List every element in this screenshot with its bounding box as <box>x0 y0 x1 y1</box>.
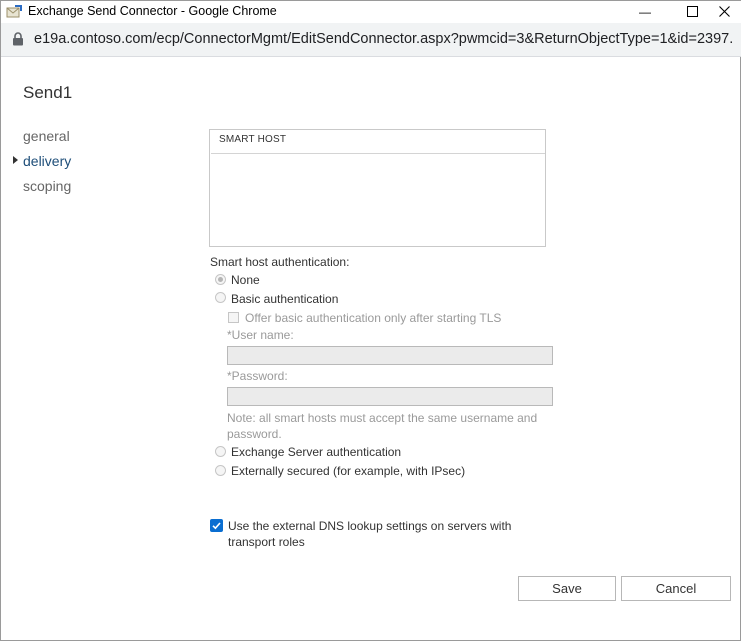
external-dns-checkbox[interactable] <box>210 519 223 532</box>
cancel-button[interactable]: Cancel <box>621 576 731 601</box>
username-input[interactable] <box>227 346 553 365</box>
window-title: Exchange Send Connector - Google Chrome <box>28 4 277 18</box>
auth-basic-label: Basic authentication <box>231 292 339 306</box>
nav-item-scoping[interactable]: scoping <box>23 177 71 202</box>
address-bar[interactable]: e19a.contoso.com/ecp/ConnectorMgmt/EditS… <box>1 23 741 57</box>
browser-window: Exchange Send Connector - Google Chrome … <box>0 0 741 641</box>
offer-basic-tls-label: Offer basic authentication only after st… <box>245 311 502 325</box>
exchange-app-icon <box>6 4 22 20</box>
auth-basic-radio[interactable] <box>215 292 226 303</box>
save-button[interactable]: Save <box>518 576 616 601</box>
auth-external-radio[interactable] <box>215 465 226 476</box>
checkmark-icon <box>212 522 221 530</box>
selected-arrow-icon <box>13 156 18 164</box>
page-title: Send1 <box>23 83 73 102</box>
nav-item-delivery[interactable]: delivery <box>13 152 72 177</box>
nav-item-general[interactable]: general <box>23 127 71 152</box>
username-label: *User name: <box>227 328 294 342</box>
minimize-icon: — <box>639 5 651 19</box>
url-text[interactable]: e19a.contoso.com/ecp/ConnectorMgmt/EditS… <box>34 31 734 47</box>
auth-external-label: Externally secured (for example, with IP… <box>231 464 466 478</box>
list-column-header[interactable]: SMART HOST <box>211 130 545 154</box>
nav-item-label: general <box>23 128 70 144</box>
save-button-label: Save <box>552 581 582 596</box>
minimize-button[interactable]: — <box>622 1 668 23</box>
password-input[interactable] <box>227 387 553 406</box>
maximize-icon <box>686 5 698 20</box>
title-bar: Exchange Send Connector - Google Chrome … <box>1 1 741 23</box>
auth-exchange-radio[interactable] <box>215 446 226 457</box>
offer-basic-tls-checkbox[interactable] <box>228 312 239 323</box>
password-label: *Password: <box>227 369 288 383</box>
section-nav: general delivery scoping <box>13 127 72 202</box>
cancel-button-label: Cancel <box>655 581 697 596</box>
close-window-button[interactable] <box>707 1 741 23</box>
auth-exchange-label: Exchange Server authentication <box>231 445 402 459</box>
close-icon <box>719 5 730 20</box>
external-dns-label: Use the external DNS lookup settings on … <box>228 519 512 549</box>
nav-item-label: delivery <box>23 153 72 169</box>
nav-item-label: scoping <box>23 178 72 194</box>
page-content: Send1 general delivery scoping SMART HOS… <box>1 57 741 642</box>
auth-none-label: None <box>231 273 260 287</box>
smart-host-list[interactable]: SMART HOST <box>209 129 546 247</box>
shared-credentials-note: Note: all smart hosts must accept the sa… <box>227 411 538 441</box>
lock-icon <box>12 32 24 46</box>
auth-none-radio[interactable] <box>215 274 226 285</box>
smart-host-column-label: SMART HOST <box>219 134 287 145</box>
auth-heading: Smart host authentication: <box>210 255 350 269</box>
